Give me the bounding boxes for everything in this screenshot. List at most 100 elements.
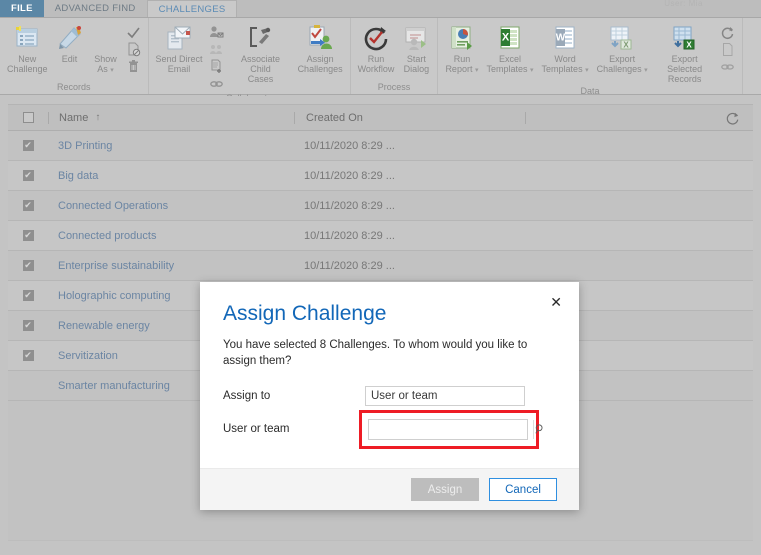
run-report-button[interactable]: Run Report ▾ <box>441 21 482 76</box>
ribbon-group-process-label: Process <box>377 82 411 92</box>
row-checkbox-cell[interactable]: ✔ <box>8 140 48 151</box>
assign-to-value: User or team <box>371 390 438 402</box>
page-icon[interactable] <box>720 42 735 57</box>
chevron-down-icon: ▾ <box>530 67 534 74</box>
row-checkbox-cell[interactable]: ✔ <box>8 170 48 181</box>
ribbon: New Challenge Edit Show As ▾ Records Sen… <box>0 18 761 103</box>
assign-to-select[interactable]: User or team <box>365 386 525 406</box>
show-as-button[interactable]: Show As ▾ <box>88 21 124 76</box>
export-selected-records-icon: X <box>671 24 699 52</box>
row-checkbox-checked[interactable]: ✔ <box>22 140 34 151</box>
grid-header-row: Name ↑ Created On <box>8 105 753 131</box>
user-or-team-field-row: User or team <box>223 409 557 449</box>
user-or-team-lookup[interactable] <box>368 418 543 440</box>
chevron-down-icon: ▾ <box>585 67 589 74</box>
row-name-link[interactable]: Connected products <box>48 230 293 242</box>
user-or-team-label: User or team <box>223 423 290 435</box>
select-all-checkbox[interactable] <box>22 112 34 123</box>
activate-check-icon[interactable] <box>126 25 141 40</box>
collaborate-small-buttons <box>207 21 228 91</box>
assign-button[interactable]: Assign <box>411 478 479 501</box>
row-created-on: 10/11/2020 8:29 ... <box>304 229 395 242</box>
row-checkbox-checked[interactable]: ✔ <box>22 230 34 241</box>
tab-advanced-find-label: ADVANCED FIND <box>54 3 136 14</box>
row-created-on: 10/11/2020 8:29 ... <box>304 169 395 182</box>
row-checkbox-cell[interactable]: ✔ <box>8 350 48 361</box>
data-small-buttons <box>718 21 739 74</box>
records-small-buttons <box>124 21 145 74</box>
share-link-icon[interactable] <box>209 76 224 91</box>
user-or-team-highlight-box <box>359 409 543 449</box>
ribbon-group-data: Run Report ▾ X Excel Templates ▾ W Word … <box>438 18 743 96</box>
start-dialog-button[interactable]: Start Dialog <box>398 21 434 74</box>
svg-text:X: X <box>623 41 629 50</box>
ribbon-filler <box>743 18 761 94</box>
delete-trash-icon[interactable] <box>126 59 141 74</box>
assign-challenges-button[interactable]: Assign Challenges <box>294 21 347 74</box>
search-icon[interactable] <box>533 419 546 439</box>
associate-child-cases-button[interactable]: Associate Child Cases <box>228 21 294 84</box>
row-checkbox-checked[interactable]: ✔ <box>22 170 34 181</box>
chevron-down-icon: ▾ <box>110 67 114 74</box>
deactivate-document-icon[interactable] <box>126 42 141 57</box>
new-challenge-button[interactable]: New Challenge <box>3 21 52 74</box>
connections-icon[interactable] <box>209 42 224 57</box>
table-row[interactable]: ✔ Big data 10/11/2020 8:29 ... <box>8 161 753 191</box>
column-separator <box>525 111 526 124</box>
refresh-data-icon[interactable] <box>720 25 735 40</box>
excel-templates-button[interactable]: X Excel Templates ▾ <box>482 21 537 76</box>
select-all-checkbox-cell[interactable] <box>8 112 48 123</box>
chevron-down-icon: ▾ <box>644 67 648 74</box>
row-created-on: 10/11/2020 8:29 ... <box>304 139 395 152</box>
svg-text:X: X <box>502 32 510 44</box>
send-direct-email-button[interactable]: Send Direct Email <box>152 21 207 74</box>
refresh-grid-button[interactable] <box>719 105 745 131</box>
row-checkbox-checked[interactable]: ✔ <box>22 350 34 361</box>
row-name-link[interactable]: 3D Printing <box>48 140 293 152</box>
show-as-icon <box>92 24 120 52</box>
export-challenges-label: Export Challenges ▾ <box>596 54 648 74</box>
table-row[interactable]: ✔ Connected Operations 10/11/2020 8:29 ... <box>8 191 753 221</box>
row-checkbox-cell[interactable]: ✔ <box>8 230 48 241</box>
export-selected-records-button[interactable]: X Export Selected Records <box>652 21 718 84</box>
export-challenges-button[interactable]: X Export Challenges ▾ <box>593 21 652 76</box>
svg-text:W: W <box>556 33 566 44</box>
row-checkbox-cell[interactable]: ✔ <box>8 260 48 271</box>
close-icon[interactable]: ✕ <box>550 295 562 309</box>
dialog-title: Assign Challenge <box>223 302 387 325</box>
tab-advanced-find[interactable]: ADVANCED FIND <box>44 0 147 17</box>
cancel-button[interactable]: Cancel <box>489 478 557 501</box>
run-workflow-button[interactable]: Run Workflow <box>354 21 399 74</box>
new-challenge-label: New Challenge <box>7 54 48 74</box>
sort-ascending-icon: ↑ <box>95 112 101 123</box>
tab-file[interactable]: FILE <box>0 0 44 17</box>
link-icon[interactable] <box>720 59 735 74</box>
tab-challenges[interactable]: CHALLENGES <box>146 0 238 17</box>
add-connection-icon[interactable] <box>209 25 224 40</box>
tab-file-label: FILE <box>11 3 33 14</box>
table-row[interactable]: ✔ Connected products 10/11/2020 8:29 ... <box>8 221 753 251</box>
dialog-body: ✕ Assign Challenge You have selected 8 C… <box>200 282 579 468</box>
row-name-link[interactable]: Big data <box>48 170 293 182</box>
row-checkbox-cell[interactable]: ✔ <box>8 320 48 331</box>
associate-child-cases-label: Associate Child Cases <box>241 54 281 84</box>
row-checkbox-cell[interactable]: ✔ <box>8 290 48 301</box>
column-header-name[interactable]: Name ↑ <box>49 112 294 124</box>
run-workflow-label: Run Workflow <box>357 54 395 74</box>
ribbon-group-data-items: Run Report ▾ X Excel Templates ▾ W Word … <box>438 21 741 84</box>
row-name-link[interactable]: Connected Operations <box>48 200 293 212</box>
table-row[interactable]: ✔ 3D Printing 10/11/2020 8:29 ... <box>8 131 753 161</box>
column-header-created-on-label: Created On <box>306 111 363 124</box>
edit-button[interactable]: Edit <box>52 21 88 64</box>
row-checkbox-checked[interactable]: ✔ <box>22 320 34 331</box>
row-checkbox-checked[interactable]: ✔ <box>22 260 34 271</box>
table-row[interactable]: ✔ Enterprise sustainability 10/11/2020 8:2… <box>8 251 753 281</box>
row-name-link[interactable]: Enterprise sustainability <box>48 260 293 272</box>
column-header-created-on[interactable]: Created On <box>295 112 525 124</box>
add-to-queue-icon[interactable] <box>209 59 224 74</box>
row-checkbox-cell[interactable]: ✔ <box>8 200 48 211</box>
row-checkbox-checked[interactable]: ✔ <box>22 200 34 211</box>
word-templates-button[interactable]: W Word Templates ▾ <box>538 21 593 76</box>
row-checkbox-checked[interactable]: ✔ <box>22 290 34 301</box>
user-or-team-input[interactable] <box>369 419 533 439</box>
